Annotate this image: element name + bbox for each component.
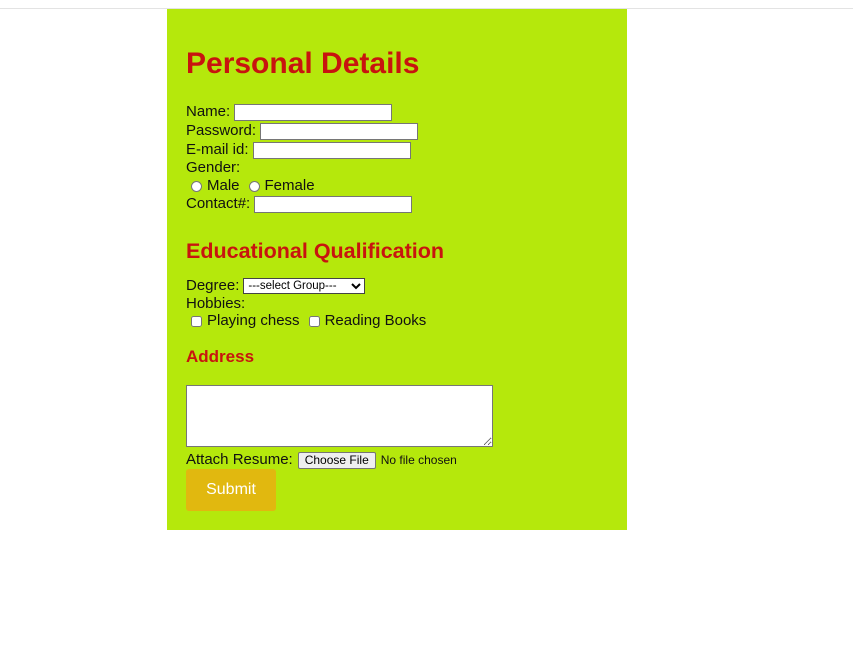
hobby-checkbox-chess[interactable] (191, 315, 202, 327)
contact-row: Contact#: (186, 195, 413, 213)
degree-label: Degree: (186, 277, 240, 294)
gender-row: Gender: (186, 159, 240, 177)
degree-select[interactable]: ---select Group--- (243, 278, 366, 294)
gender-radio-male[interactable] (191, 180, 202, 192)
email-label: E-mail id: (186, 141, 249, 158)
personal-details-heading: Personal Details (186, 47, 420, 80)
gender-radio-female[interactable] (248, 180, 260, 192)
hobby-reading-label: Reading Books (324, 312, 427, 329)
submit-button[interactable]: Submit (186, 469, 276, 511)
hobbies-label: Hobbies: (186, 295, 246, 312)
resume-label: Attach Resume: (186, 451, 293, 468)
resume-row: Attach Resume: Choose File No file chose… (186, 451, 457, 469)
email-input[interactable] (252, 141, 411, 159)
hobby-chess-label: Playing chess (207, 312, 300, 329)
password-label: Password: (186, 122, 257, 139)
email-row: E-mail id: (186, 141, 411, 159)
gender-option-male-label: Male (207, 177, 240, 194)
name-label: Name: (186, 103, 231, 120)
choose-file-button[interactable]: Choose File (297, 451, 376, 469)
password-row: Password: (186, 122, 419, 140)
address-heading: Address (186, 347, 255, 366)
educational-qualification-heading: Educational Qualification (186, 239, 445, 263)
hobbies-row: Hobbies: (186, 295, 245, 313)
form-panel: Personal Details Name: Password: E-mail … (167, 9, 627, 530)
contact-input[interactable] (254, 195, 413, 213)
hobbies-options: Playing chess Reading Books (186, 312, 426, 330)
address-textarea[interactable] (186, 385, 493, 447)
gender-label: Gender: (186, 159, 241, 176)
gender-options: Male Female (186, 177, 315, 195)
hobby-checkbox-reading[interactable] (308, 315, 320, 327)
password-input[interactable] (260, 122, 419, 140)
file-status-text: No file chosen (380, 453, 457, 467)
gender-option-female-label: Female (264, 177, 315, 194)
contact-label: Contact#: (186, 195, 251, 212)
name-input[interactable] (234, 103, 393, 121)
degree-row: Degree: ---select Group--- (186, 277, 366, 295)
name-row: Name: (186, 103, 393, 121)
